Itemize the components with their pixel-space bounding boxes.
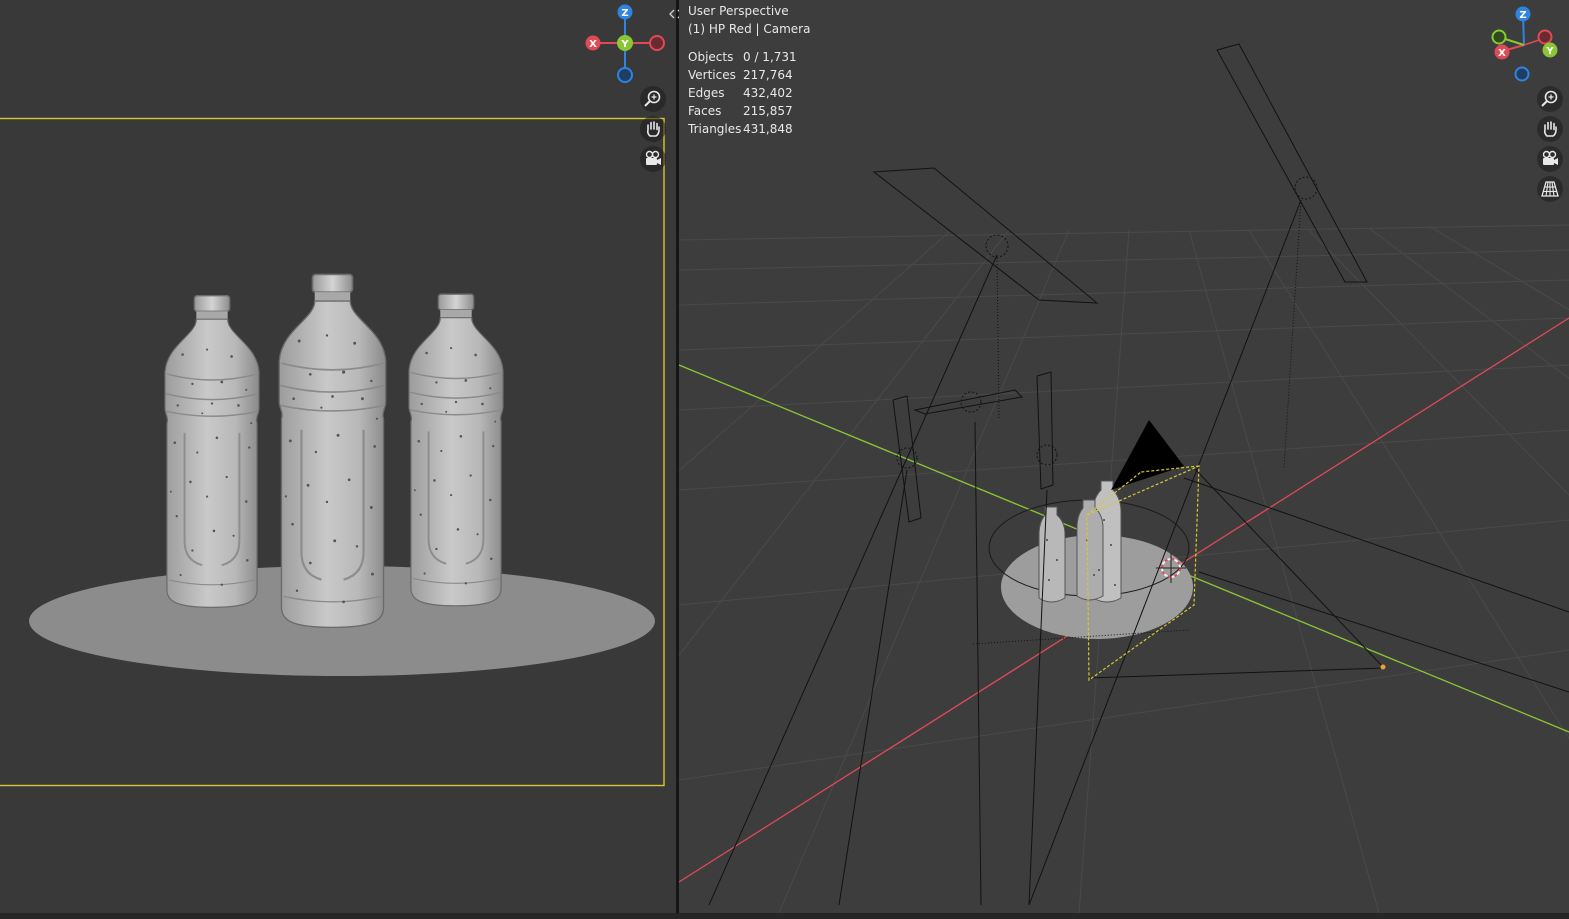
gizmo-neg-z-axis[interactable]	[1514, 66, 1530, 82]
gizmo-neg-x-axis[interactable]	[649, 35, 665, 51]
stat-triangles: Triangles 431,848	[688, 122, 793, 136]
camera-triangle	[1111, 420, 1184, 490]
active-object-info: (1) HP Red | Camera	[688, 22, 811, 36]
scene-statistics: Objects 0 / 1,731 Vertices 217,764 Edges…	[688, 48, 810, 138]
gizmo-z-label: Z	[1519, 10, 1526, 21]
viewport-info-overlay: User Perspective (1) HP Red | Camera Obj…	[688, 2, 810, 138]
bottle-right	[407, 293, 505, 607]
area-light-top-left	[872, 167, 1099, 304]
stat-faces: Faces 215,857	[688, 104, 793, 118]
gizmo-neg-y-axis[interactable]	[1491, 29, 1507, 45]
camera-icon	[1542, 150, 1558, 165]
blender-app: Z X Y User Perspective (1) HP Red | Came…	[0, 0, 1569, 919]
bottle-left	[163, 295, 261, 609]
hand-pan-icon	[1543, 121, 1557, 137]
grid-perspective-icon	[1541, 181, 1559, 197]
camera-view-render	[0, 117, 665, 787]
camera-view-button[interactable]	[640, 146, 666, 172]
hand-pan-icon	[646, 121, 660, 137]
bottles-group	[1038, 480, 1122, 603]
bottom-status-strip	[0, 913, 1569, 919]
zoom-button[interactable]	[640, 86, 666, 112]
panel-center	[1036, 371, 1054, 490]
navigation-gizmo[interactable]: Z X Y	[585, 3, 667, 85]
gizmo-neg-x-axis[interactable]	[1537, 29, 1553, 45]
gizmo-x-label: X	[1498, 48, 1506, 59]
stat-vertices: Vertices 217,764	[688, 68, 793, 82]
zoom-icon	[1541, 90, 1558, 107]
gizmo-z-label: Z	[621, 8, 628, 19]
view-name: User Perspective	[688, 4, 789, 18]
stat-objects: Objects 0 / 1,731	[688, 50, 797, 64]
object-origin-dot	[1380, 664, 1386, 670]
toggle-perspective-button[interactable]	[1537, 176, 1563, 202]
zoom-button[interactable]	[1537, 86, 1563, 112]
perspective-viewport[interactable]: User Perspective (1) HP Red | Camera Obj…	[679, 0, 1569, 913]
gizmo-x-label: X	[589, 39, 597, 50]
camera-view-button[interactable]	[1537, 146, 1563, 172]
pan-button[interactable]	[640, 116, 666, 142]
zoom-icon	[644, 90, 661, 107]
perspective-scene	[679, 43, 1569, 913]
camera-icon	[645, 150, 661, 165]
gizmo-neg-z-axis[interactable]	[617, 67, 633, 83]
navigation-gizmo-perspective[interactable]: Z X Y	[1483, 3, 1565, 85]
stat-edges: Edges 432,402	[688, 86, 793, 100]
gizmo-y-label: Y	[620, 39, 629, 50]
gizmo-y-label: Y	[1545, 46, 1554, 57]
pan-button[interactable]	[1537, 116, 1563, 142]
bottle-center	[278, 273, 387, 629]
camera-view-viewport[interactable]: Z X Y	[0, 0, 676, 913]
area-light-top-right	[1216, 43, 1368, 283]
